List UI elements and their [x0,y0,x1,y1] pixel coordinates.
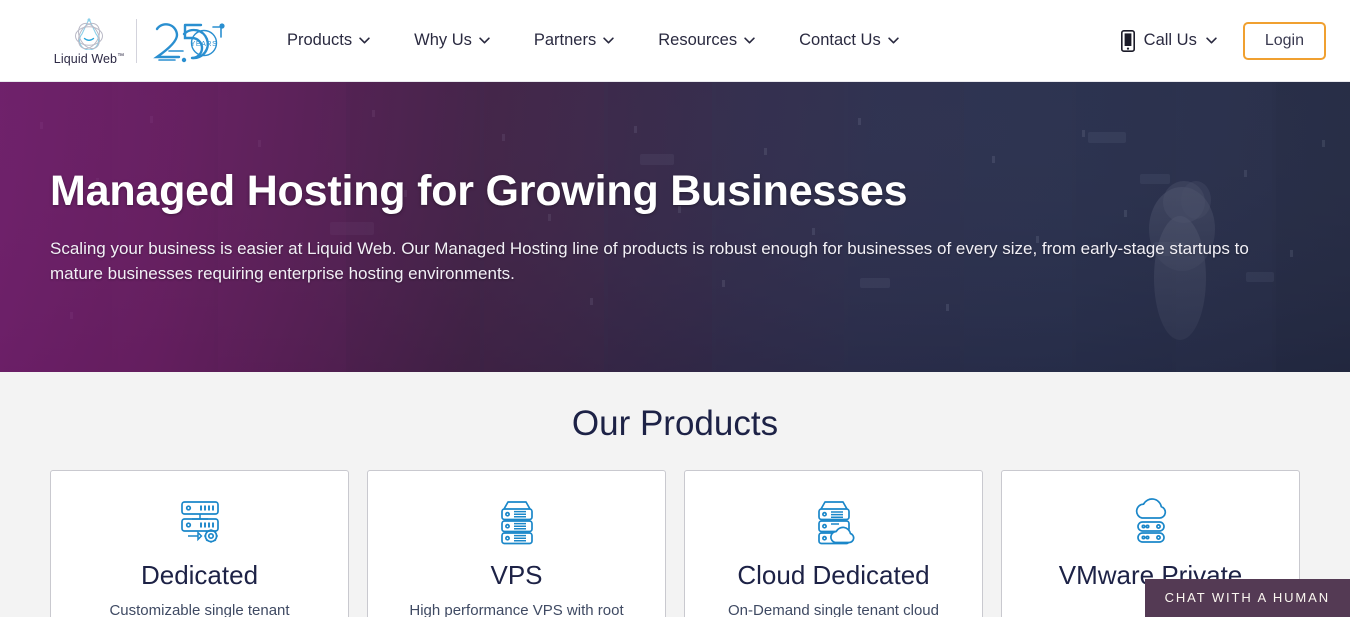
nav-label: Contact Us [799,31,881,49]
chevron-down-icon [359,37,370,44]
chevron-down-icon [1206,37,1217,44]
nav-item-products[interactable]: Products [265,21,392,60]
section-heading: Our Products [571,404,779,443]
nav-label: Products [287,31,353,49]
login-button[interactable]: Login [1242,21,1326,60]
server-stack-icon [382,497,651,547]
nav-label: Resources [658,31,738,49]
chevron-down-icon [888,37,899,44]
site-header: Liquid Web™ YEARS Products Why Us Partne… [0,0,1350,82]
mobile-phone-icon [1120,29,1135,52]
product-card-dedicated[interactable]: Dedicated Customizable single tenant [50,470,349,617]
hero-title: Managed Hosting for Growing Businesses [50,167,908,216]
chevron-down-icon [744,37,755,44]
product-card-cloud-dedicated[interactable]: Cloud Dedicated On-Demand single tenant … [684,470,983,617]
cloud-server-icon [1016,497,1285,547]
chevron-down-icon [603,37,614,44]
nav-item-contact-us[interactable]: Contact Us [777,21,921,60]
card-title: Cloud Dedicated [737,560,930,590]
card-title: VPS [490,560,543,590]
server-gear-icon [65,497,334,547]
nav-item-resources[interactable]: Resources [636,21,777,60]
nav-label: Partners [533,31,597,49]
hero-subtitle: Scaling your business is easier at Liqui… [50,239,1249,284]
hero-banner: Managed Hosting for Growing Businesses S… [0,82,1350,372]
liquid-web-droplet-logo [75,17,103,50]
call-us-label: Call Us [1143,31,1197,49]
main-navigation: Products Why Us Partners Resources Conta… [265,21,921,60]
liquid-web-logo[interactable]: Liquid Web™ [52,16,126,66]
logo-group[interactable]: Liquid Web™ YEARS [52,13,237,69]
server-cloud-icon [699,497,968,547]
nav-label: Why Us [414,31,472,49]
card-description: On-Demand single tenant cloud [728,601,939,617]
header-actions: Call Us Login [1120,21,1326,60]
chevron-down-icon [479,37,490,44]
anniversary-years-label: YEARS [191,41,218,48]
card-description: High performance VPS with root [409,601,624,617]
nav-item-partners[interactable]: Partners [512,21,636,60]
card-description: Customizable single tenant [109,601,290,617]
logo-wordmark: Liquid Web™ [53,51,125,66]
nav-item-why-us[interactable]: Why Us [392,21,512,60]
logo-divider [136,18,137,63]
product-card-row: Dedicated Customizable single tenant VPS… [50,470,1300,617]
call-us-menu[interactable]: Call Us [1120,29,1217,52]
product-card-vps[interactable]: VPS High performance VPS with root [367,470,666,617]
anniversary-25-years-badge: YEARS [153,22,225,62]
chat-with-a-human-tab[interactable]: CHAT WITH A HUMAN [1144,579,1350,617]
card-title: Dedicated [140,560,259,590]
